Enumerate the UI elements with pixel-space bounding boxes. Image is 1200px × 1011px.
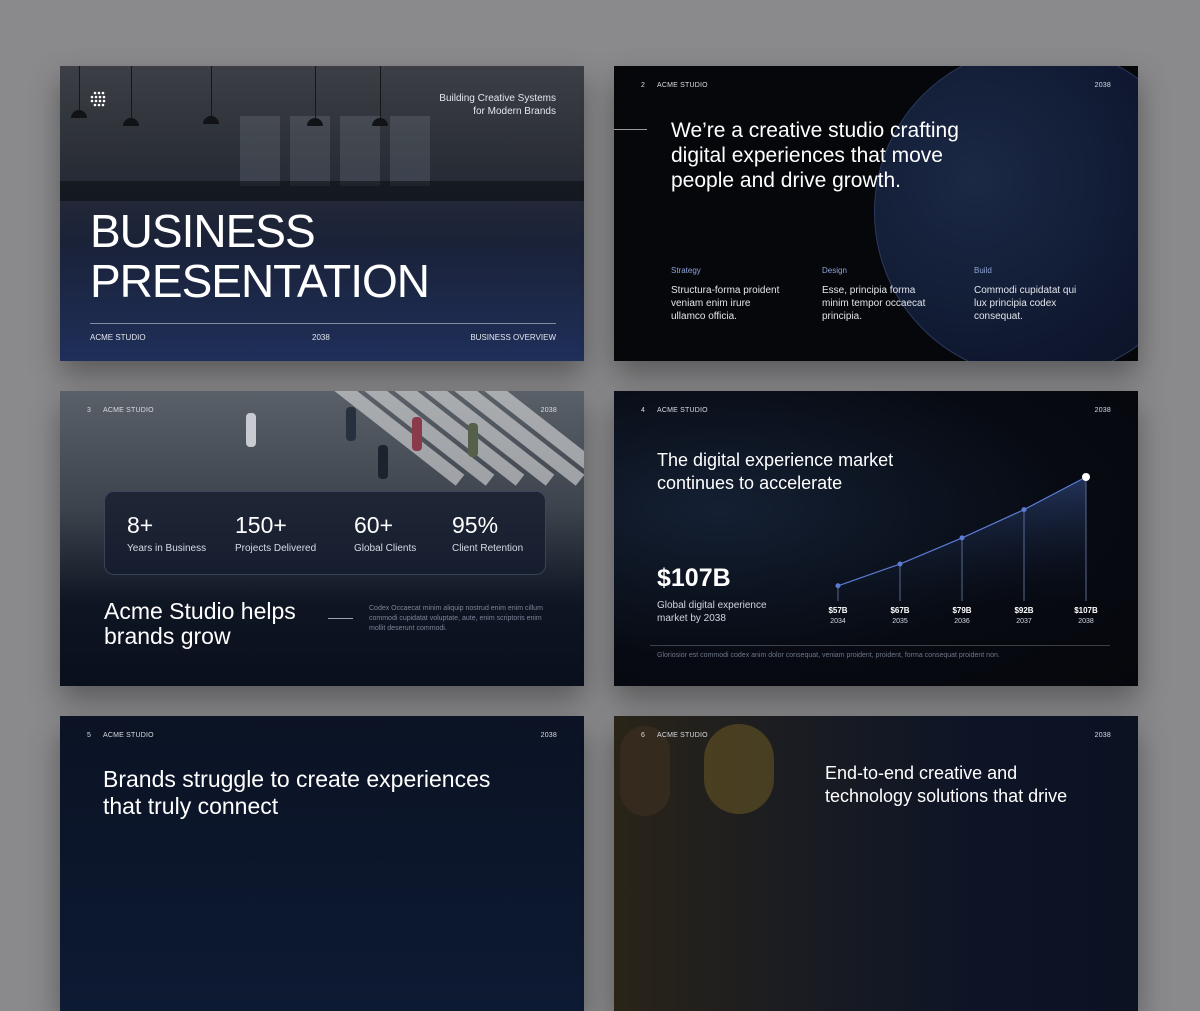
- problem-heading: Brands struggle to create experiences th…: [103, 766, 491, 819]
- cover-footer-brand: ACME STUDIO: [90, 333, 146, 342]
- slide-year: 2038: [1094, 732, 1111, 739]
- desk-row: [60, 181, 584, 201]
- slide-brand: ACME STUDIO: [103, 407, 154, 414]
- lamp-shade: [123, 118, 139, 126]
- stats-panel: 8+ Years in Business 150+ Projects Deliv…: [104, 491, 546, 575]
- cover-footer-section: BUSINESS OVERVIEW: [470, 333, 556, 342]
- pendant-lamp: [79, 66, 80, 110]
- slide-year: 2038: [1094, 82, 1111, 89]
- market-point: [897, 561, 903, 567]
- stat-value: 8+: [127, 512, 154, 538]
- column-body-strategy: Structura-forma proident veniam enim iru…: [671, 285, 780, 322]
- chart-baseline-rule: [650, 645, 1110, 646]
- pedestrian: [378, 445, 388, 479]
- window-pane: [390, 116, 430, 186]
- stats-paragraph: Codex Occaecat minim aliquip nostrud eni…: [369, 605, 543, 632]
- stat-label: Client Retention: [452, 543, 524, 554]
- market-year-label: 2035: [892, 618, 908, 625]
- pendant-lamp: [131, 66, 132, 118]
- column-title-design: Design: [822, 266, 847, 275]
- pedestrian: [346, 407, 356, 441]
- slide-number: 3: [87, 407, 92, 414]
- lamp-shade: [372, 118, 388, 126]
- pendant-lamp: [315, 66, 316, 118]
- stat-value: 150+: [235, 512, 287, 538]
- slide-year: 2038: [540, 407, 557, 414]
- slide-4-market[interactable]: 4 ACME STUDIO 2038 The digital experienc…: [614, 391, 1138, 686]
- column-title-build: Build: [974, 266, 992, 275]
- slide-brand: ACME STUDIO: [657, 732, 708, 739]
- pedestrian: [468, 423, 478, 457]
- market-value-label: $57B: [828, 606, 848, 615]
- solution-heading: End-to-end creative and technology solut…: [825, 763, 1068, 806]
- slide-brand: ACME STUDIO: [103, 732, 154, 739]
- market-year-label: 2036: [954, 618, 970, 625]
- market-point: [835, 583, 841, 589]
- stat-value: 95%: [452, 512, 499, 538]
- window-pane: [240, 116, 280, 186]
- logo-icon: [89, 90, 109, 115]
- market-point: [1082, 473, 1090, 481]
- pendant-lamp: [380, 66, 381, 118]
- market-value-label: $67B: [890, 606, 910, 615]
- cover-divider: [90, 323, 556, 324]
- cover-title: BUSINESS PRESENTATION: [90, 205, 430, 307]
- pendant-lamp: [211, 66, 212, 116]
- slide-year: 2038: [540, 732, 557, 739]
- market-value-label: $79B: [952, 606, 972, 615]
- market-value-label: $92B: [1014, 606, 1034, 615]
- market-year-label: 2037: [1016, 618, 1032, 625]
- slide-1-cover[interactable]: Building Creative Systems for Modern Bra…: [60, 66, 584, 361]
- heading-rule: [614, 129, 647, 130]
- window-pane: [290, 116, 330, 186]
- stats-headline: Acme Studio helps brands grow: [104, 598, 296, 649]
- column-title-strategy: Strategy: [671, 266, 701, 275]
- slide-number: 6: [641, 732, 646, 739]
- slide-number: 5: [87, 732, 92, 739]
- slide-number: 2: [641, 82, 646, 89]
- stat-label: Years in Business: [127, 543, 207, 554]
- slide-brand: ACME STUDIO: [657, 82, 708, 89]
- lamp-shade: [203, 116, 219, 124]
- pedestrian: [412, 417, 422, 451]
- about-heading: We’re a creative studio crafting digital…: [671, 119, 959, 192]
- stat-value: 60+: [354, 512, 394, 538]
- market-chart: [835, 473, 1090, 601]
- cover-footer-year: 2038: [312, 333, 330, 342]
- market-point: [959, 535, 965, 541]
- slide-6-solution[interactable]: 6 ACME STUDIO 2038 End-to-end creative a…: [614, 716, 1138, 1011]
- market-year-label: 2034: [830, 618, 846, 625]
- slide-3-stats[interactable]: 3 ACME STUDIO 2038 8+ Years in Business …: [60, 391, 584, 686]
- stat-label: Projects Delivered: [235, 543, 317, 554]
- market-point: [1021, 507, 1027, 513]
- slide-5-problem[interactable]: 5 ACME STUDIO 2038 Brands struggle to cr…: [60, 716, 584, 1011]
- stat-label: Global Clients: [354, 543, 417, 554]
- slide-2-about[interactable]: 2 ACME STUDIO 2038 We’re a creative stud…: [614, 66, 1138, 361]
- column-body-build: Commodi cupidatat qui lux principia code…: [974, 285, 1077, 322]
- cover-tagline: Building Creative Systems for Modern Bra…: [439, 93, 556, 117]
- person-photo-shape: [704, 724, 774, 814]
- headline-dash: [328, 618, 353, 619]
- column-body-design: Esse, principia forma minim tempor occae…: [822, 285, 926, 322]
- market-fine-print: Gloriosior est commodi codex anim dolor …: [657, 652, 1000, 659]
- market-year-label: 2038: [1078, 618, 1094, 625]
- person-photo-shape: [620, 726, 670, 816]
- cyclist: [246, 413, 256, 447]
- market-value-label: $107B: [1074, 606, 1098, 615]
- window-pane: [340, 116, 380, 186]
- lamp-shade: [71, 110, 87, 118]
